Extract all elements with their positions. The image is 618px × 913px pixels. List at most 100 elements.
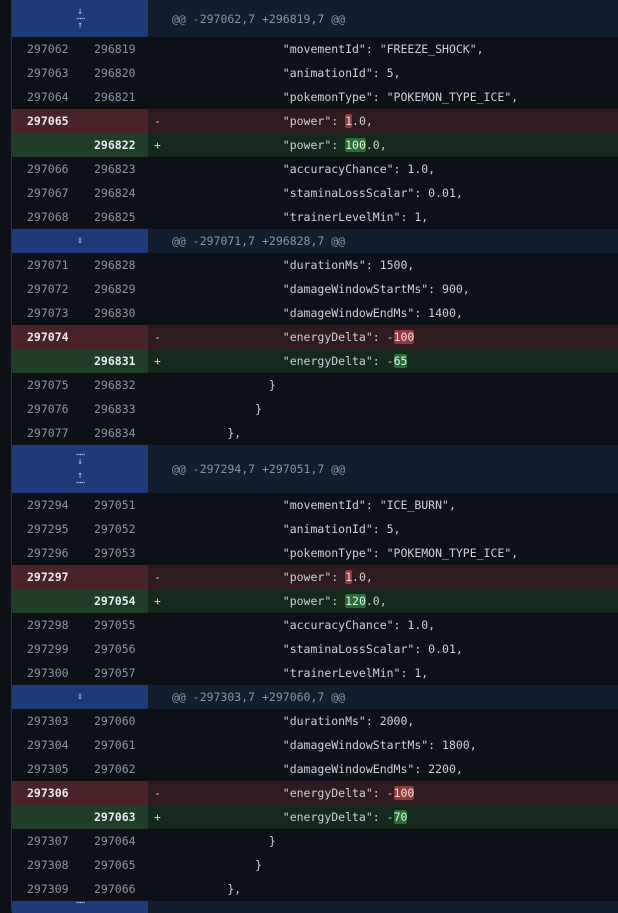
code-text: "power":	[172, 138, 346, 152]
diff-sign	[148, 613, 172, 637]
old-line-number[interactable]: 297297	[12, 565, 80, 589]
new-line-number[interactable]: 296833	[80, 397, 148, 421]
old-line-number[interactable]: 297063	[12, 61, 80, 85]
added-token: 120	[345, 594, 366, 608]
old-line-number[interactable]: 297304	[12, 733, 80, 757]
old-line-number[interactable]	[12, 805, 80, 829]
new-line-number[interactable]: 296830	[80, 301, 148, 325]
diff-sign	[148, 205, 172, 229]
context-line: 297072 296829 "damageWindowStartMs": 900,	[12, 277, 618, 301]
old-line-number[interactable]: 297294	[12, 493, 80, 517]
diff-sign	[148, 37, 172, 61]
old-line-number[interactable]: 297075	[12, 373, 80, 397]
context-line: 297298 297055 "accuracyChance": 1.0,	[12, 613, 618, 637]
new-line-number[interactable]: 297064	[80, 829, 148, 853]
diff-sign	[148, 757, 172, 781]
expand-lines-button[interactable]: ⋯⋯	[12, 899, 148, 913]
old-line-number[interactable]: 297074	[12, 325, 80, 349]
expand-lines-button[interactable]: ⇕	[12, 229, 148, 253]
old-line-number[interactable]: 297296	[12, 541, 80, 565]
added-line: 296822 + "power": 100.0,	[12, 133, 618, 157]
code-line: "power": 1.0,	[172, 565, 618, 589]
old-line-number[interactable]: 297066	[12, 157, 80, 181]
new-line-number[interactable]: 297053	[80, 541, 148, 565]
expand-lines-button[interactable]: ⋯⋯ ↓ ↑ ⋯⋯	[12, 445, 148, 493]
context-line: 297064 296821 "pokemonType": "POKEMON_TYP…	[12, 85, 618, 109]
old-line-number[interactable]	[12, 349, 80, 373]
new-line-number[interactable]: 297054	[80, 589, 148, 613]
expand-lines-button[interactable]: ⇕	[12, 685, 148, 709]
code-line: "trainerLevelMin": 1,	[172, 210, 429, 224]
new-line-number[interactable]: 296822	[80, 133, 148, 157]
new-line-number[interactable]: 297056	[80, 637, 148, 661]
new-line-number[interactable]: 296825	[80, 205, 148, 229]
diff-sign: +	[154, 138, 161, 152]
new-line-number[interactable]: 297061	[80, 733, 148, 757]
old-line-number[interactable]: 297306	[12, 781, 80, 805]
old-line-number[interactable]: 297072	[12, 277, 80, 301]
new-line-number[interactable]	[80, 565, 148, 589]
old-line-number[interactable]	[12, 133, 80, 157]
old-line-number[interactable]: 297309	[12, 877, 80, 901]
diff-sign	[148, 373, 172, 397]
new-line-number[interactable]: 297065	[80, 853, 148, 877]
old-line-number[interactable]: 297068	[12, 205, 80, 229]
diff-sign	[148, 397, 172, 421]
new-line-number[interactable]: 297057	[80, 661, 148, 685]
new-line-number[interactable]: 296831	[80, 349, 148, 373]
code-line: "pokemonType": "POKEMON_TYPE_ICE",	[172, 546, 519, 560]
expand-lines-button[interactable]: ↓ ⋯⋯ ↑	[12, 0, 148, 37]
old-line-number[interactable]	[12, 589, 80, 613]
new-line-number[interactable]	[80, 325, 148, 349]
new-line-number[interactable]: 297055	[80, 613, 148, 637]
new-line-number[interactable]: 296821	[80, 85, 148, 109]
old-line-number[interactable]: 297303	[12, 709, 80, 733]
old-line-number[interactable]: 297308	[12, 853, 80, 877]
old-line-number[interactable]: 297071	[12, 253, 80, 277]
diff-sign	[148, 253, 172, 277]
old-line-number[interactable]: 297298	[12, 613, 80, 637]
code-text: "energyDelta": -	[172, 354, 394, 368]
added-line: 297054 + "power": 120.0,	[12, 589, 618, 613]
diff-sign	[148, 541, 172, 565]
new-line-number[interactable]: 297062	[80, 757, 148, 781]
deleted-line: 297306 - "energyDelta": -100	[12, 781, 618, 805]
old-line-number[interactable]: 297307	[12, 829, 80, 853]
hunk-header-text: @@ -297062,7 +296819,7 @@	[172, 11, 346, 26]
new-line-number[interactable]: 296834	[80, 421, 148, 445]
new-line-number[interactable]: 296832	[80, 373, 148, 397]
old-line-number[interactable]: 297076	[12, 397, 80, 421]
hunk-block: 297062 296819 "movementId": "FREEZE_SHOCK…	[12, 37, 618, 229]
old-line-number[interactable]: 297064	[12, 85, 80, 109]
code-line: "durationMs": 1500,	[172, 258, 415, 272]
new-line-number[interactable]: 296829	[80, 277, 148, 301]
new-line-number[interactable]: 297051	[80, 493, 148, 517]
new-line-number[interactable]	[80, 109, 148, 133]
new-line-number[interactable]: 297060	[80, 709, 148, 733]
new-line-number[interactable]	[80, 781, 148, 805]
new-line-number[interactable]: 296823	[80, 157, 148, 181]
old-line-number[interactable]: 297305	[12, 757, 80, 781]
new-line-number[interactable]: 297063	[80, 805, 148, 829]
old-line-number[interactable]: 297062	[12, 37, 80, 61]
new-line-number[interactable]: 296819	[80, 37, 148, 61]
old-line-number[interactable]: 297300	[12, 661, 80, 685]
new-line-number[interactable]: 296828	[80, 253, 148, 277]
old-line-number[interactable]: 297073	[12, 301, 80, 325]
new-line-number[interactable]: 297052	[80, 517, 148, 541]
context-line: 297075 296832 }	[12, 373, 618, 397]
new-line-number[interactable]: 297066	[80, 877, 148, 901]
old-line-number[interactable]: 297077	[12, 421, 80, 445]
new-line-number[interactable]: 296820	[80, 61, 148, 85]
old-line-number[interactable]: 297295	[12, 517, 80, 541]
old-line-number[interactable]: 297065	[12, 109, 80, 133]
code-line: "damageWindowStartMs": 1800,	[172, 738, 477, 752]
diff-sign: -	[154, 570, 161, 584]
new-line-number[interactable]: 296824	[80, 181, 148, 205]
old-line-number[interactable]: 297299	[12, 637, 80, 661]
old-line-number[interactable]: 297067	[12, 181, 80, 205]
code-text: "power":	[172, 570, 346, 584]
context-line: 297294 297051 "movementId": "ICE_BURN",	[12, 493, 618, 517]
deleted-line: 297074 - "energyDelta": -100	[12, 325, 618, 349]
added-token: 100	[345, 138, 366, 152]
